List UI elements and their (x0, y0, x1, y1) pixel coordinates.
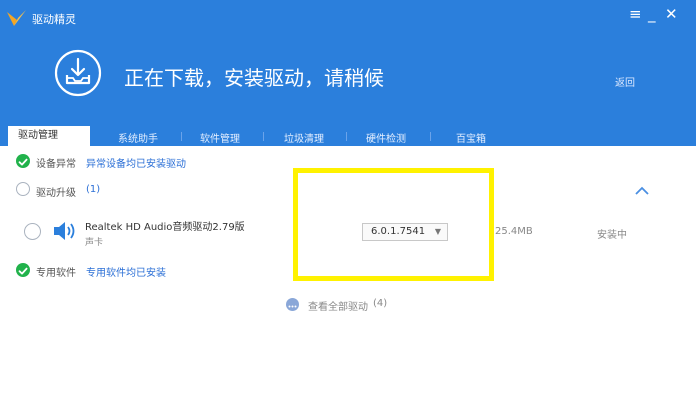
highlight-annotation-box (293, 168, 494, 281)
chevron-up-icon[interactable] (634, 186, 650, 196)
check-circle-icon (16, 154, 30, 168)
tab-bar: 驱动管理 系统助手 软件管理 垃圾清理 硬件检测 百宝箱 (0, 126, 696, 146)
driver-upgrade-count: (1) (86, 184, 101, 195)
download-tray-icon (54, 49, 102, 97)
tab-system-assistant[interactable]: 系统助手 (118, 130, 158, 145)
tab-separator (181, 132, 182, 141)
view-all-drivers-link[interactable]: 查看全部驱动 (308, 298, 368, 313)
app-logo-icon (7, 10, 26, 26)
back-link[interactable]: 返回 (615, 74, 635, 89)
view-all-count: (4) (373, 298, 388, 309)
special-software-label: 专用软件 (36, 268, 76, 279)
tab-driver-management[interactable]: 驱动管理 (8, 126, 90, 146)
app-title: 驱动精灵 (32, 13, 76, 26)
device-exception-message: 异常设备均已安装驱动 (86, 159, 186, 170)
driver-upgrade-label: 驱动升级 (36, 188, 76, 199)
driver-item-checkbox[interactable] (24, 223, 41, 240)
tab-separator (263, 132, 264, 141)
header-bar: 驱动精灵 ≡ _ ✕ 正在下载，安装驱动，请稍候 返回 驱动管理 系统助手 软件… (0, 0, 696, 146)
tab-separator (430, 132, 431, 141)
menu-icon[interactable]: ≡ (629, 6, 642, 22)
device-exception-label: 设备异常 (36, 159, 76, 170)
tab-junk-cleanup[interactable]: 垃圾清理 (284, 130, 324, 145)
more-icon[interactable] (286, 298, 299, 311)
tab-hardware-detection[interactable]: 硬件检测 (366, 130, 406, 145)
tab-toolbox[interactable]: 百宝箱 (456, 130, 486, 145)
driver-category: 声卡 (85, 238, 104, 248)
install-status: 安装中 (597, 230, 627, 241)
check-circle-icon (16, 263, 30, 277)
minimize-icon[interactable]: _ (648, 6, 656, 22)
status-title: 正在下载，安装驱动，请稍候 (124, 66, 384, 90)
tab-software-management[interactable]: 软件管理 (200, 130, 240, 145)
driver-upgrade-checkbox[interactable] (16, 182, 30, 196)
close-icon[interactable]: ✕ (665, 6, 678, 22)
special-software-message: 专用软件均已安装 (86, 268, 166, 279)
speaker-icon (54, 222, 75, 240)
driver-size: 25.4MB (495, 226, 533, 237)
tab-separator (346, 132, 347, 141)
driver-name: Realtek HD Audio音频驱动2.79版 (85, 222, 245, 233)
